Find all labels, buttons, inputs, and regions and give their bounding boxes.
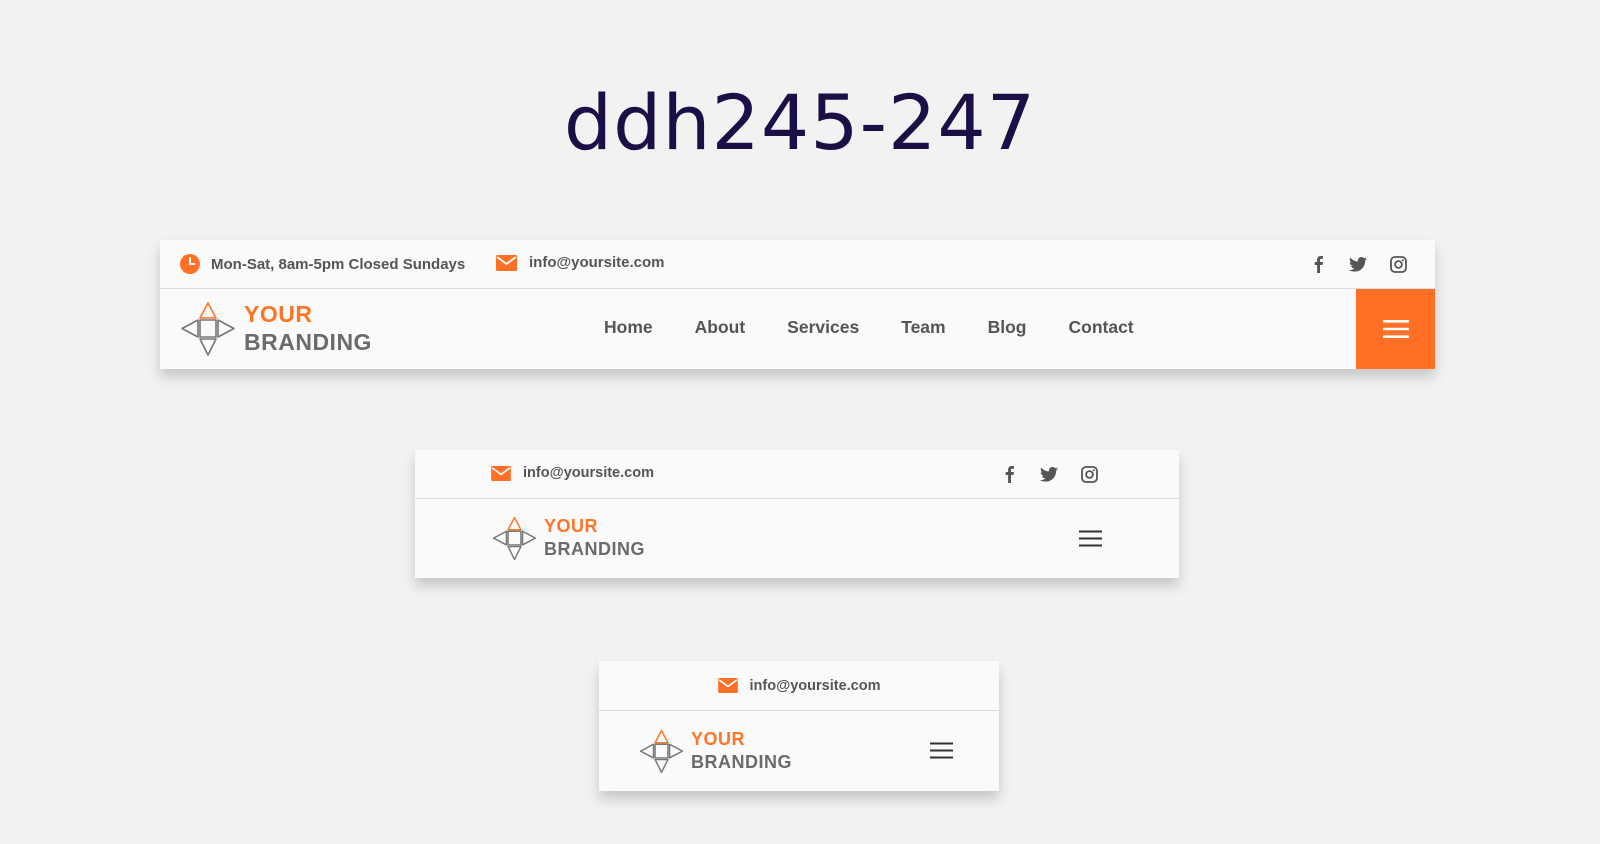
- nav-team[interactable]: Team: [901, 317, 945, 338]
- nav-blog[interactable]: Blog: [988, 317, 1027, 338]
- page-title: ddh245-247: [563, 78, 1037, 167]
- top-bar: info@yoursite.com: [599, 661, 999, 711]
- nav-services[interactable]: Services: [787, 317, 859, 338]
- logo-line1: YOUR: [244, 301, 313, 327]
- main-bar: YOUR BRANDING Home About Services Team B…: [160, 289, 1435, 369]
- email-text[interactable]: info@yoursite.com: [529, 254, 664, 271]
- instagram-icon[interactable]: [1078, 463, 1100, 485]
- header-mobile: info@yoursite.com YOUR BRANDING: [599, 661, 999, 791]
- logo-text: YOUR BRANDING: [244, 300, 372, 356]
- header-desktop: Mon-Sat, 8am-5pm Closed Sundays info@you…: [160, 240, 1435, 369]
- brand-logo[interactable]: YOUR BRANDING: [639, 729, 792, 774]
- mail-icon: [491, 465, 511, 481]
- facebook-icon[interactable]: [998, 463, 1020, 485]
- main-bar: YOUR BRANDING: [415, 499, 1179, 578]
- logo-line2: BRANDING: [691, 751, 792, 772]
- logo-mark-icon: [181, 302, 235, 356]
- facebook-icon[interactable]: [1307, 253, 1329, 275]
- top-bar: Mon-Sat, 8am-5pm Closed Sundays info@you…: [160, 240, 1435, 289]
- menu-button[interactable]: [1356, 289, 1435, 369]
- instagram-icon[interactable]: [1387, 253, 1409, 275]
- logo-line1: YOUR: [544, 515, 599, 536]
- menu-button[interactable]: [926, 737, 956, 763]
- main-bar: YOUR BRANDING: [599, 711, 999, 791]
- social-links: [998, 463, 1100, 485]
- hamburger-icon: [1078, 530, 1102, 546]
- hamburger-icon: [929, 742, 953, 758]
- logo-line2: BRANDING: [244, 329, 372, 355]
- twitter-icon[interactable]: [1038, 463, 1060, 485]
- email-info[interactable]: info@yoursite.com: [496, 254, 664, 271]
- logo-mark-icon: [639, 729, 684, 774]
- hours-text: Mon-Sat, 8am-5pm Closed Sundays: [211, 255, 466, 273]
- menu-button[interactable]: [1075, 525, 1105, 551]
- mail-icon: [496, 254, 517, 271]
- social-links: [1307, 253, 1409, 275]
- clock-icon: [180, 254, 200, 274]
- email-info[interactable]: info@yoursite.com: [717, 678, 881, 694]
- brand-logo[interactable]: YOUR BRANDING: [492, 516, 645, 561]
- email-text[interactable]: info@yoursite.com: [750, 678, 881, 694]
- logo-line1: YOUR: [691, 728, 746, 749]
- nav-home[interactable]: Home: [604, 317, 653, 338]
- header-tablet: info@yoursite.com YOUR BRANDING: [415, 450, 1179, 578]
- hours-info: Mon-Sat, 8am-5pm Closed Sundays: [180, 254, 465, 274]
- email-info[interactable]: info@yoursite.com: [491, 465, 654, 481]
- logo-text: YOUR BRANDING: [691, 728, 792, 774]
- top-bar: info@yoursite.com: [415, 450, 1179, 499]
- hamburger-icon: [1382, 320, 1409, 338]
- logo-line2: BRANDING: [544, 538, 645, 559]
- mail-icon: [717, 678, 738, 693]
- nav-contact[interactable]: Contact: [1069, 317, 1134, 338]
- email-text[interactable]: info@yoursite.com: [523, 465, 654, 481]
- brand-logo[interactable]: YOUR BRANDING: [180, 301, 372, 357]
- logo-text: YOUR BRANDING: [544, 515, 645, 561]
- nav-about[interactable]: About: [695, 317, 746, 338]
- twitter-icon[interactable]: [1347, 253, 1369, 275]
- main-nav: Home About Services Team Blog Contact: [604, 317, 1134, 338]
- logo-mark-icon: [492, 516, 537, 561]
